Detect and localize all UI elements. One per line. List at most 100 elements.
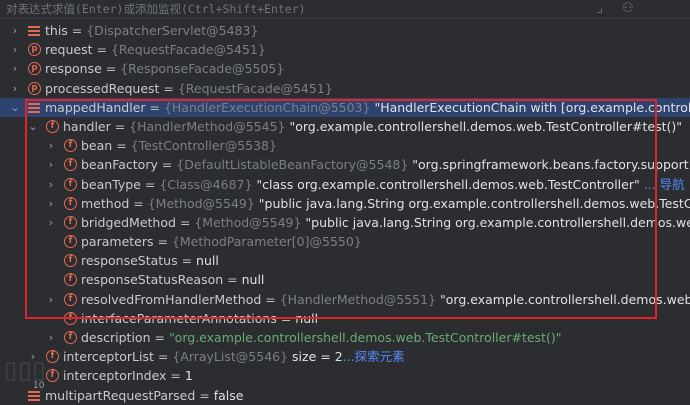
equals-sign: = — [67, 23, 87, 38]
variable-name: responseStatusReason — [81, 272, 224, 288]
variable-row-mappedHandler[interactable]: ⌄ mappedHandler = {HandlerExecutionChain@… — [0, 97, 690, 117]
variable-name: beanType — [81, 176, 141, 192]
variable-row-interfaceParameterAnnotations[interactable]: f interfaceParameterAnnotations = null — [0, 309, 690, 328]
variable-content: parameters = {MethodParameter[0]@5550} — [81, 232, 362, 251]
expand-arrow-icon[interactable]: › — [45, 290, 57, 309]
object-icon — [28, 100, 40, 114]
variable-content: beanType = {Class@4687} "class org.examp… — [81, 175, 685, 194]
field-icon: f — [46, 119, 59, 133]
variable-row-interceptorIndex[interactable]: f interceptorIndex = 1 — [0, 366, 690, 385]
expand-arrow-icon[interactable]: › — [9, 79, 21, 98]
variable-row-bean[interactable]: › f bean = {TestController@5538} — [0, 136, 690, 155]
variable-row-request[interactable]: › p request = {RequestFacade@5451} — [0, 40, 690, 59]
expand-arrow-icon[interactable]: › — [9, 59, 21, 78]
variable-name: description — [81, 330, 151, 345]
glasses-icon[interactable]: ⚇ — [622, 1, 634, 16]
variable-content: method = {Method@5549} "public java.lang… — [81, 194, 690, 213]
variable-content: interfaceParameterAnnotations = null — [81, 309, 318, 328]
variable-row-beanType[interactable]: › f beanType = {Class@4687} "class org.exa… — [0, 175, 690, 194]
collapse-arrow-icon[interactable]: ⌄ — [27, 117, 39, 136]
variable-content: request = {RequestFacade@5451} — [45, 40, 266, 59]
field-icon: f — [64, 196, 77, 210]
variable-value: "HandlerExecutionChain with [org.example… — [374, 99, 690, 115]
evaluate-expression-bar[interactable]: 对表达式求值(Enter)或添加监视(Ctrl+Shift+Enter) ⌟ ⚇ — [0, 0, 690, 19]
expand-arrow-icon[interactable]: › — [45, 328, 57, 347]
expand-arrow-icon[interactable]: › — [9, 40, 21, 59]
collapse-arrow-icon[interactable]: ⌄ — [9, 98, 21, 117]
variable-value: 1 — [184, 368, 193, 384]
variable-content: resolvedFromHandlerMethod = {HandlerMeth… — [81, 290, 690, 309]
variable-content: bridgedMethod = {Method@5549} "public ja… — [81, 213, 690, 232]
variable-row-this[interactable]: › this = {DispatcherServlet@5483} — [0, 21, 690, 40]
variable-row-response[interactable]: › p response = {ResponseFacade@5505} — [0, 59, 690, 78]
field-icon: f — [64, 311, 77, 325]
variable-content: interceptorList = {ArrayList@5546} size … — [63, 347, 405, 366]
variable-row-interceptorList[interactable]: › f interceptorList = {ArrayList@5546} siz… — [0, 347, 690, 366]
variable-content: responseStatus = null — [81, 251, 219, 270]
equals-sign: = — [145, 99, 164, 115]
object-reference: {TestController@5538} — [130, 138, 277, 154]
equals-sign: = — [159, 80, 178, 96]
equals-sign: = — [195, 387, 214, 403]
variable-name: parameters — [81, 234, 154, 250]
equals-sign: = — [110, 118, 130, 134]
equals-sign: = — [157, 157, 177, 173]
variable-row-processedRequest[interactable]: › p processedRequest = {RequestFacade@5451… — [0, 79, 690, 98]
variable-value: "public java.lang.String org.example.con… — [305, 214, 690, 230]
bracket-icon[interactable]: ⌟ — [597, 1, 603, 16]
variable-name: bridgedMethod — [81, 214, 176, 230]
action-link[interactable]: ... 导航 — [640, 177, 685, 192]
variable-row-responseStatus[interactable]: f responseStatus = null — [0, 251, 690, 270]
variable-content: handler = {HandlerMethod@5545} "org.exam… — [63, 117, 682, 136]
variable-content: mappedHandler = {HandlerExecutionChain@5… — [45, 98, 690, 117]
variable-value: null — [295, 310, 319, 326]
parameter-icon: p — [28, 81, 41, 95]
evaluate-hint-text: 对表达式求值(Enter)或添加监视(Ctrl+Shift+Enter) — [6, 2, 306, 16]
field-icon: f — [64, 235, 77, 249]
variable-row-handler[interactable]: ⌄ f handler = {HandlerMethod@5545} "org.ex… — [0, 117, 690, 136]
variable-row-multipartRequestParsed[interactable]: multipartRequestParsed = false — [0, 386, 690, 405]
equals-sign: = — [101, 61, 121, 77]
expand-arrow-icon[interactable]: › — [45, 194, 57, 213]
variable-value: "org.example.controllershell.demos.web.T… — [440, 291, 690, 307]
gutter-line-number: 10 — [33, 381, 45, 391]
field-icon: f — [64, 215, 77, 229]
object-reference: {RequestFacade@5451} — [177, 80, 333, 96]
object-reference: {DefaultListableBeanFactory@5548} — [176, 157, 409, 173]
equals-sign: = — [153, 349, 173, 365]
expand-arrow-icon[interactable]: › — [45, 213, 57, 232]
action-link[interactable]: ...探索元素 — [343, 349, 405, 364]
variable-row-responseStatusReason[interactable]: f responseStatusReason = null — [0, 270, 690, 289]
object-reference: {HandlerExecutionChain@5503} — [163, 99, 371, 115]
variable-row-beanFactory[interactable]: › f beanFactory = {DefaultListableBeanFact… — [0, 155, 690, 174]
variable-row-description[interactable]: › f description = "org.example.controllers… — [0, 328, 690, 347]
variable-name: method — [81, 195, 130, 211]
variable-name: handler — [63, 118, 111, 134]
variable-value: false — [213, 387, 244, 403]
variable-row-method[interactable]: › f method = {Method@5549} "public java.la… — [0, 194, 690, 213]
variable-row-resolvedFromHandlerMethod[interactable]: › f resolvedFromHandlerMethod = {HandlerMe… — [0, 290, 690, 309]
expand-arrow-icon[interactable]: › — [45, 136, 57, 155]
variable-content: this = {DispatcherServlet@5483} — [45, 21, 258, 40]
variable-row-bridgedMethod[interactable]: › f bridgedMethod = {Method@5549} "public … — [0, 213, 690, 232]
variable-value: null — [196, 253, 219, 269]
variable-row-parameters[interactable]: f parameters = {MethodParameter[0]@5550} — [0, 232, 690, 251]
variable-name: resolvedFromHandlerMethod — [81, 291, 262, 307]
variable-name: mappedHandler — [45, 99, 146, 115]
equals-sign: = — [177, 253, 197, 269]
object-reference: {Method@5549} — [147, 195, 255, 211]
equals-sign: = — [112, 138, 131, 154]
equals-sign: = — [150, 330, 169, 345]
expand-arrow-icon[interactable]: › — [45, 175, 57, 194]
watermark-logo: ▯▯▯ — [4, 356, 47, 384]
expand-arrow-icon[interactable]: › — [45, 155, 57, 174]
variable-value: "org.example.controllershell.demos.web.T… — [168, 330, 562, 345]
equals-sign: = — [175, 214, 195, 230]
variable-name: multipartRequestParsed — [45, 387, 196, 403]
field-icon: f — [64, 158, 77, 172]
field-icon: f — [64, 292, 77, 306]
expand-arrow-icon[interactable]: › — [9, 21, 21, 40]
equals-sign: = — [92, 42, 111, 58]
field-icon: f — [64, 254, 77, 268]
variable-value: null — [241, 272, 265, 288]
